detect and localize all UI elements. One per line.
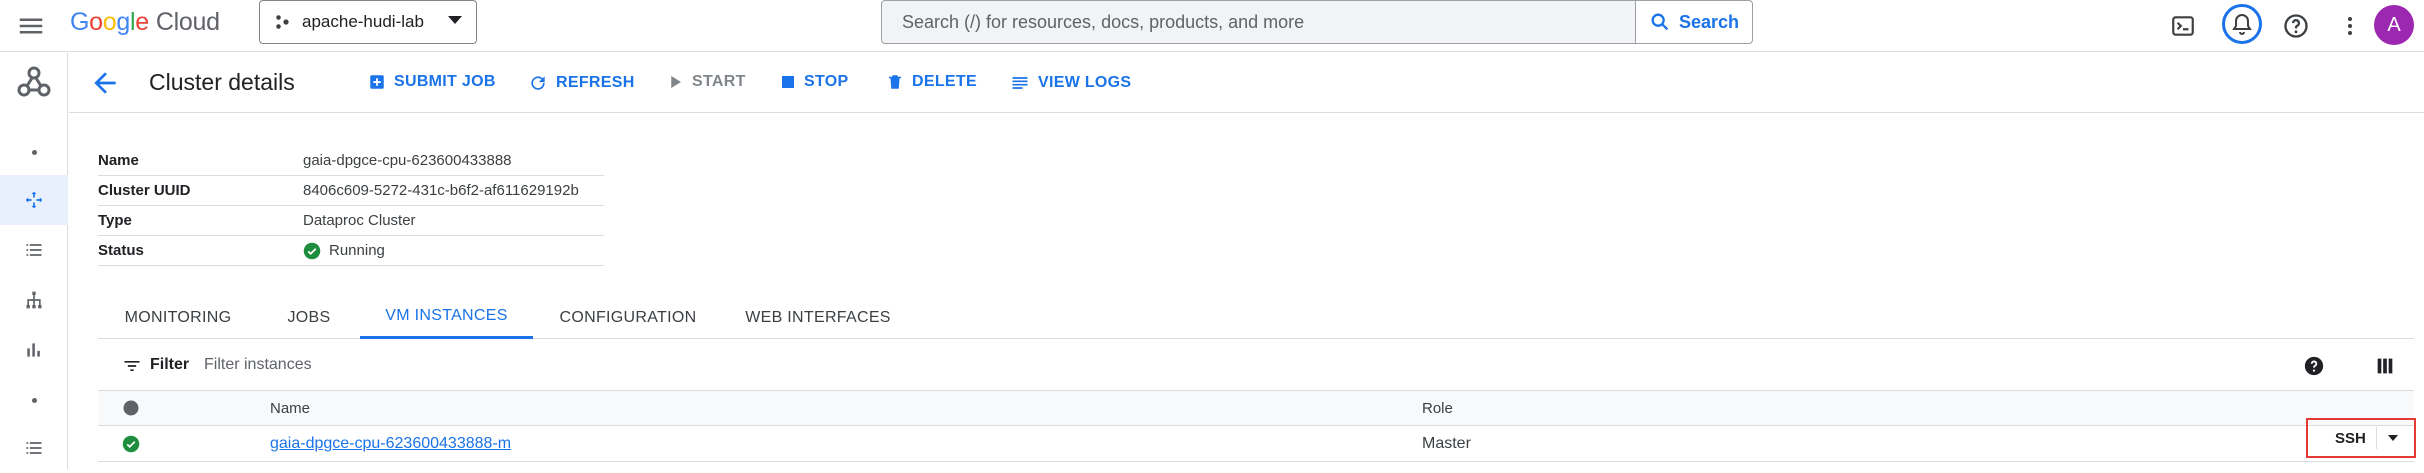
detail-row-type: Type Dataproc Cluster bbox=[98, 206, 604, 236]
view-logs-button[interactable]: VIEW LOGS bbox=[1010, 73, 1131, 93]
status-value: Running bbox=[303, 242, 385, 260]
detail-tabs: MONITORING JOBS VM INSTANCES CONFIGURATI… bbox=[98, 296, 2414, 339]
notifications-icon[interactable] bbox=[2222, 4, 2262, 44]
filter-icon[interactable] bbox=[122, 356, 142, 376]
project-name: apache-hudi-lab bbox=[302, 12, 424, 31]
ssh-button[interactable]: SSH bbox=[2314, 425, 2408, 452]
chevron-down-icon bbox=[448, 16, 462, 24]
tab-web-interfaces[interactable]: WEB INTERFACES bbox=[723, 296, 913, 339]
tab-configuration[interactable]: CONFIGURATION bbox=[533, 296, 723, 339]
ssh-label: SSH bbox=[2335, 430, 2366, 447]
list-nav-icon[interactable] bbox=[0, 423, 68, 473]
refresh-icon bbox=[531, 76, 545, 90]
jobs-list-nav-icon[interactable] bbox=[0, 225, 68, 275]
detail-key: Cluster UUID bbox=[98, 182, 191, 199]
detail-key: Type bbox=[98, 212, 132, 229]
tab-jobs[interactable]: JOBS bbox=[258, 296, 360, 339]
add-box-icon bbox=[370, 75, 384, 89]
check-circle-icon bbox=[122, 435, 140, 452]
dataproc-product-icon[interactable] bbox=[0, 57, 68, 107]
project-picker[interactable]: apache-hudi-lab bbox=[259, 0, 477, 44]
status-column-header[interactable] bbox=[122, 391, 140, 425]
role-column-header[interactable]: Role bbox=[1422, 391, 1453, 425]
page-title: Cluster details bbox=[149, 69, 295, 95]
status-dot-icon bbox=[123, 400, 139, 416]
vm-instances-table: Name Role gaia-dpgce-cpu-623600433888-m … bbox=[98, 390, 2416, 462]
logs-icon bbox=[1012, 77, 1028, 89]
refresh-button[interactable]: REFRESH bbox=[528, 73, 635, 93]
tab-monitoring[interactable]: MONITORING bbox=[98, 296, 258, 339]
tab-vm-instances[interactable]: VM INSTANCES bbox=[360, 296, 533, 339]
workflows-nav-icon[interactable] bbox=[0, 275, 68, 325]
trash-icon bbox=[889, 75, 901, 89]
help-icon[interactable] bbox=[2303, 355, 2325, 377]
filter-input[interactable]: Filter instances bbox=[204, 356, 312, 374]
submit-job-button[interactable]: SUBMIT JOB bbox=[368, 73, 496, 91]
stop-icon bbox=[782, 76, 794, 88]
metrics-nav-icon[interactable] bbox=[0, 325, 68, 375]
nav-dot-icon[interactable] bbox=[0, 127, 68, 177]
delete-button[interactable]: DELETE bbox=[886, 73, 977, 91]
clusters-nav-icon[interactable] bbox=[0, 175, 68, 225]
google-cloud-logo[interactable]: Google Cloud bbox=[70, 8, 220, 37]
detail-row-uuid: Cluster UUID 8406c609-5272-431c-b6f2-af6… bbox=[98, 176, 604, 206]
back-arrow-icon[interactable] bbox=[89, 67, 121, 99]
top-bar: Google Cloud apache-hudi-lab Search (/) f… bbox=[0, 0, 2424, 52]
instance-name-link[interactable]: gaia-dpgce-cpu-623600433888-m bbox=[270, 435, 511, 453]
search-box[interactable]: Search (/) for resources, docs, products… bbox=[881, 0, 1753, 44]
column-display-icon[interactable] bbox=[2374, 355, 2396, 377]
detail-value: gaia-dpgce-cpu-623600433888 bbox=[303, 152, 512, 169]
more-vert-icon[interactable] bbox=[2332, 8, 2368, 44]
status-text: Running bbox=[329, 242, 385, 259]
project-icon bbox=[276, 15, 289, 29]
filter-bar: Filter Filter instances bbox=[98, 348, 2414, 384]
stop-button[interactable]: STOP bbox=[780, 73, 848, 91]
table-header: Name Role bbox=[98, 390, 2414, 426]
main-menu-icon[interactable] bbox=[16, 11, 46, 41]
table-row: gaia-dpgce-cpu-623600433888-m Master SSH bbox=[98, 418, 2416, 462]
role-cell: Master bbox=[1422, 434, 1471, 452]
instance-name-cell: gaia-dpgce-cpu-623600433888-m bbox=[270, 426, 511, 461]
avatar[interactable]: A bbox=[2374, 5, 2414, 45]
detail-value: 8406c609-5272-431c-b6f2-af611629192b bbox=[303, 182, 579, 199]
detail-row-status: Status Running bbox=[98, 236, 604, 266]
detail-key: Name bbox=[98, 152, 139, 169]
play-icon bbox=[671, 76, 681, 88]
detail-key: Status bbox=[98, 242, 144, 259]
search-input[interactable]: Search (/) for resources, docs, products… bbox=[902, 12, 1304, 33]
nav-dot-icon[interactable] bbox=[0, 375, 68, 425]
check-circle-icon bbox=[303, 242, 321, 259]
name-column-header[interactable]: Name bbox=[270, 391, 310, 425]
start-button[interactable]: START bbox=[666, 73, 746, 91]
detail-value: Dataproc Cluster bbox=[303, 212, 416, 229]
filter-label: Filter bbox=[150, 356, 190, 373]
cloud-shell-icon[interactable] bbox=[2165, 8, 2201, 44]
help-icon[interactable] bbox=[2278, 8, 2314, 44]
chevron-down-icon[interactable] bbox=[2388, 435, 2398, 441]
search-icon bbox=[1651, 13, 1669, 31]
left-nav-rail bbox=[0, 53, 68, 469]
page-header: Cluster details SUBMIT JOB REFRESH START… bbox=[69, 53, 2424, 113]
search-button[interactable]: Search bbox=[1635, 1, 1752, 43]
cluster-details-table: Name gaia-dpgce-cpu-623600433888 Cluster… bbox=[98, 146, 604, 266]
ssh-highlight-box: SSH bbox=[2306, 418, 2416, 458]
status-cell bbox=[122, 426, 140, 461]
detail-row-name: Name gaia-dpgce-cpu-623600433888 bbox=[98, 146, 604, 176]
